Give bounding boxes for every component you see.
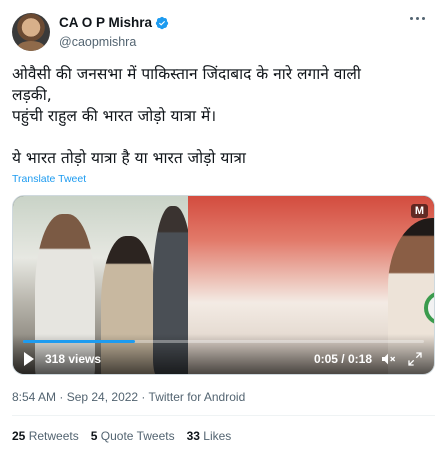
tweet-line-gap	[12, 127, 435, 148]
retweets-stat[interactable]: 25 Retweets	[12, 429, 79, 443]
tweet-text: ओवैसी की जनसभा में पाकिस्तान जिंदाबाद के…	[12, 64, 435, 169]
quotes-label: Quote Tweets	[100, 429, 175, 443]
retweets-label: Retweets	[28, 429, 79, 443]
divider	[12, 415, 435, 416]
video-progress-bar[interactable]	[23, 340, 424, 343]
quotes-count: 5	[90, 429, 98, 443]
tweet-timestamp[interactable]: 8:54 AM · Sep 24, 2022 · Twitter for And…	[12, 390, 245, 404]
display-name-text[interactable]: CA O P Mishra	[59, 15, 152, 30]
mute-icon[interactable]	[380, 351, 396, 367]
video-player[interactable]: M 318 views 0:05 / 0:18	[12, 195, 435, 375]
tweet-line: पहुंची राहुल की भारत जोड़ो यात्रा में।	[12, 107, 217, 125]
tweet-header: CA O P Mishra @caopmishra	[12, 13, 432, 53]
more-options-icon[interactable]	[410, 17, 428, 23]
view-count: 318 views	[45, 352, 102, 366]
tweet-stats: 25 Retweets 5 Quote Tweets 33 Likes	[12, 429, 231, 443]
video-controls: 318 views 0:05 / 0:18	[13, 334, 434, 374]
play-icon[interactable]	[24, 352, 34, 366]
channel-watermark: M	[410, 204, 428, 218]
verified-badge-icon	[155, 16, 169, 29]
translate-tweet-link[interactable]: Translate Tweet	[12, 173, 86, 185]
handle[interactable]: @caopmishra	[59, 35, 169, 49]
likes-stat[interactable]: 33 Likes	[187, 429, 232, 443]
display-name[interactable]: CA O P Mishra	[59, 15, 169, 30]
avatar[interactable]	[12, 13, 50, 51]
video-time: 0:05 / 0:18	[313, 352, 372, 366]
author-block: CA O P Mishra @caopmishra	[59, 14, 169, 49]
likes-count: 33	[186, 429, 200, 443]
likes-label: Likes	[203, 429, 232, 443]
tweet-line: ओवैसी की जनसभा में पाकिस्तान जिंदाबाद के…	[12, 65, 361, 83]
quote-tweets-stat[interactable]: 5 Quote Tweets	[91, 429, 175, 443]
tweet-line: लड़की,	[12, 86, 52, 104]
retweets-count: 25	[12, 429, 26, 443]
tweet-line: ये भारत तोड़ो यात्रा है या भारत जोड़ो या…	[12, 149, 246, 167]
video-progress-fill	[23, 340, 136, 343]
fullscreen-icon[interactable]	[407, 351, 423, 367]
